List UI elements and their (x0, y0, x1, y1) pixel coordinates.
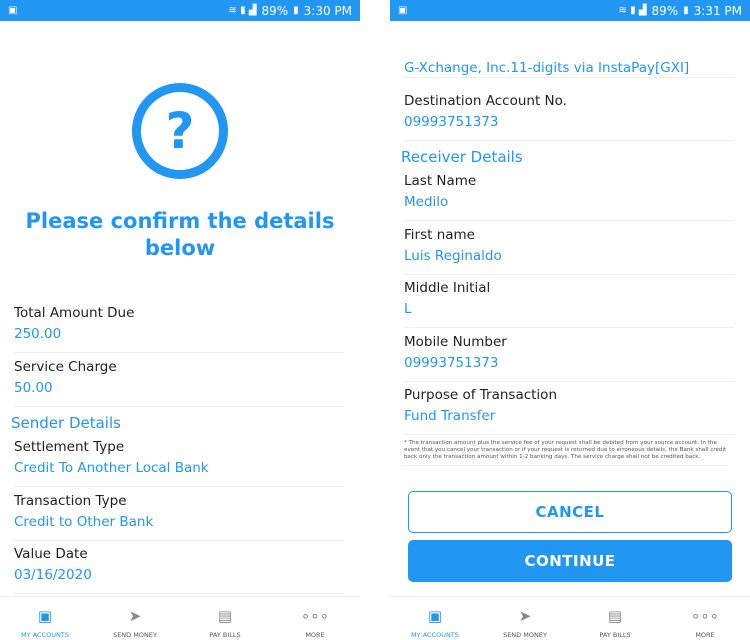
page-title: Please confirm the details below (0, 208, 360, 262)
title-line: Please confirm the details (25, 209, 335, 233)
clock: 3:31 PM (693, 3, 742, 18)
nav-pay-bills[interactable]: ▤ PAY BILLS (180, 597, 270, 640)
nav-my-accounts[interactable]: ▣ MY ACCOUNTS (0, 597, 90, 640)
wifi-signal-icon: ≋ ▮ ▟ (228, 5, 257, 16)
nav-label: SEND MONEY (113, 631, 157, 639)
field-value: Credit To Another Local Bank (14, 460, 209, 476)
receiver-details-heading: Receiver Details (401, 148, 523, 166)
field-value: G-Xchange, Inc.11-digits via InstaPay[GX… (404, 60, 690, 76)
nav-label: SEND MONEY (503, 631, 547, 639)
field-value: 50.00 (14, 380, 53, 396)
purpose-field: Purpose of Transaction Fund Transfer (404, 387, 734, 435)
field-label: First name (404, 227, 475, 243)
continue-button[interactable]: CONTINUE (408, 540, 732, 582)
field-label: Transaction Type (14, 493, 127, 509)
battery-level: 89% (651, 3, 679, 18)
more-icon: ∘∘∘ (300, 607, 330, 625)
nav-more[interactable]: ∘∘∘ MORE (270, 597, 360, 640)
paper-plane-icon: ➤ (518, 607, 532, 625)
confirm-screen-2: ▣ ≋ ▮ ▟ 89% ▮ 3:31 PM G-Xchange, Inc.11-dig… (390, 0, 750, 640)
notification-icon: ▣ (398, 5, 408, 16)
field-value: Luis Reginaldo (404, 248, 502, 264)
nav-pay-bills[interactable]: ▤ PAY BILLS (570, 597, 660, 640)
field-label: Destination Account No. (404, 93, 567, 109)
field-label: Last Name (404, 173, 477, 189)
confirm-screen-1: ▣ ≋ ▮ ▟ 89% ▮ 3:30 PM ? Please confirm the … (0, 0, 360, 640)
field-label: Mobile Number (404, 334, 507, 350)
field-label: Middle Initial (404, 280, 491, 296)
field-label: Purpose of Transaction (404, 387, 558, 403)
wifi-signal-icon: ≋ ▮ ▟ (618, 5, 647, 16)
status-bar: ▣ ≋ ▮ ▟ 89% ▮ 3:31 PM (390, 0, 750, 21)
settlement-type-field: Settlement Type Credit To Another Local B… (14, 439, 344, 487)
nav-label: MORE (695, 631, 715, 639)
nav-label: MY ACCOUNTS (21, 631, 69, 639)
clock: 3:30 PM (303, 3, 352, 18)
bill-icon: ▤ (607, 607, 623, 625)
value-date-field: Value Date 03/16/2020 (14, 546, 344, 594)
last-name-field: Last Name Medilo (404, 173, 734, 221)
money-icon: ▣ (37, 607, 53, 625)
field-value: 03/16/2020 (14, 567, 92, 583)
sender-details-heading: Sender Details (11, 414, 121, 432)
nav-my-accounts[interactable]: ▣ MY ACCOUNTS (390, 597, 480, 640)
title-line: below (144, 236, 216, 260)
battery-level: 89% (261, 3, 289, 18)
nav-label: PAY BILLS (209, 631, 241, 639)
status-bar: ▣ ≋ ▮ ▟ 89% ▮ 3:30 PM (0, 0, 360, 21)
destination-account-field: Destination Account No. 09993751373 (404, 93, 734, 141)
first-name-field: First name Luis Reginaldo (404, 227, 734, 275)
transaction-type-field: Transaction Type Credit to Other Bank (14, 493, 344, 541)
field-value: 250.00 (14, 326, 62, 342)
field-value: Fund Transfer (404, 408, 496, 424)
money-icon: ▣ (427, 607, 443, 625)
service-charge-field: Service Charge 50.00 (14, 359, 344, 407)
paper-plane-icon: ➤ (128, 607, 142, 625)
field-value: 09993751373 (404, 114, 499, 130)
cancel-button[interactable]: CANCEL (408, 491, 732, 533)
nav-send-money[interactable]: ➤ SEND MONEY (90, 597, 180, 640)
more-icon: ∘∘∘ (690, 607, 720, 625)
destination-bank-field: G-Xchange, Inc.11-digits via InstaPay[GX… (404, 40, 734, 78)
bottom-nav: ▣ MY ACCOUNTS ➤ SEND MONEY ▤ PAY BILLS ∘∘∘ M… (0, 596, 360, 640)
field-value: L (404, 301, 412, 317)
nav-label: PAY BILLS (599, 631, 631, 639)
bill-icon: ▤ (217, 607, 233, 625)
bottom-nav: ▣ MY ACCOUNTS ➤ SEND MONEY ▤ PAY BILLS ∘∘∘ M… (390, 596, 750, 640)
field-label: Total Amount Due (14, 305, 135, 321)
battery-icon: ▮ (683, 5, 689, 16)
nav-label: MORE (305, 631, 325, 639)
field-label: Settlement Type (14, 439, 125, 455)
field-value: Credit to Other Bank (14, 514, 154, 530)
question-icon: ? (132, 83, 228, 179)
middle-initial-field: Middle Initial L (404, 280, 734, 328)
nav-more[interactable]: ∘∘∘ MORE (660, 597, 750, 640)
battery-icon: ▮ (293, 5, 299, 16)
field-value: 09993751373 (404, 355, 499, 371)
field-value: Medilo (404, 194, 449, 210)
notification-icon: ▣ (8, 5, 18, 16)
nav-label: MY ACCOUNTS (411, 631, 459, 639)
field-label: Service Charge (14, 359, 117, 375)
nav-send-money[interactable]: ➤ SEND MONEY (480, 597, 570, 640)
mobile-number-field: Mobile Number 09993751373 (404, 334, 734, 382)
field-label: Value Date (14, 546, 88, 562)
disclaimer-note: * The transaction amount plus the servic… (404, 440, 729, 466)
total-amount-field: Total Amount Due 250.00 (14, 305, 344, 353)
